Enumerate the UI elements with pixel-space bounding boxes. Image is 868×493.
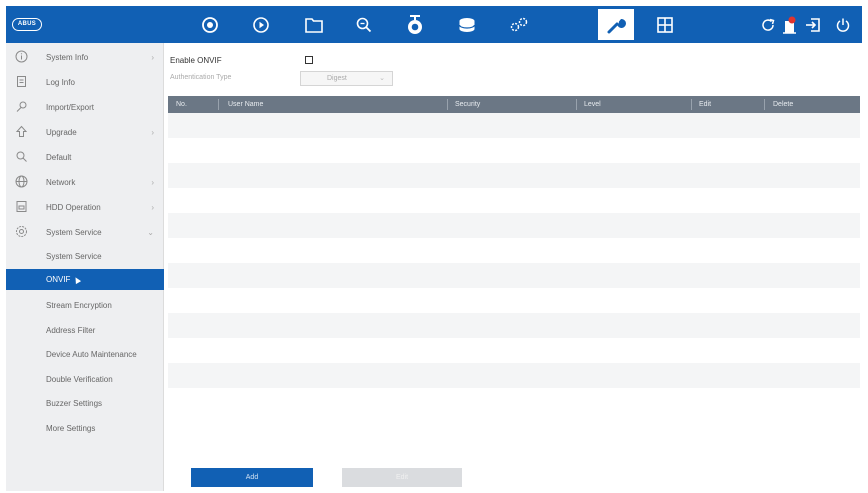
column-divider xyxy=(764,99,765,110)
logout-icon[interactable] xyxy=(801,6,825,43)
chevron-down-icon: ⌄ xyxy=(379,75,385,82)
authentication-type-label: Authentication Type xyxy=(170,74,232,81)
column-header-edit: Edit xyxy=(699,101,712,108)
column-divider xyxy=(691,99,692,110)
sidebar-subitem-label: More Settings xyxy=(46,423,96,433)
sidebar-item-upgrade[interactable]: Upgrade › xyxy=(6,120,164,144)
table-row-empty xyxy=(168,363,860,388)
camera-icon[interactable] xyxy=(398,6,432,43)
system-service-icon xyxy=(14,224,29,239)
sidebar-item-log-info[interactable]: Log Info xyxy=(6,70,164,94)
search-icon[interactable] xyxy=(347,6,381,43)
playback-icon[interactable] xyxy=(244,6,278,43)
hdd-icon xyxy=(14,199,29,214)
upgrade-icon xyxy=(14,124,29,139)
power-icon[interactable] xyxy=(831,6,855,43)
table-row-empty xyxy=(168,288,860,313)
sidebar-subitem-system-service[interactable]: System Service xyxy=(6,244,164,268)
edit-button[interactable]: Edit xyxy=(342,468,462,487)
sidebar-subitem-device-auto-maintenance[interactable]: Device Auto Maintenance xyxy=(6,342,164,366)
column-header-level: Level xyxy=(584,101,601,108)
sidebar-item-network[interactable]: Network › xyxy=(6,170,164,194)
sidebar-subitem-address-filter[interactable]: Address Filter xyxy=(6,318,164,342)
alarm-icon[interactable] xyxy=(779,6,801,43)
table-row-empty xyxy=(168,163,860,188)
sidebar-item-system-info[interactable]: System Info › xyxy=(6,45,164,69)
configuration-icon[interactable] xyxy=(502,6,536,43)
chevron-down-icon: ⌄ xyxy=(147,227,154,237)
sidebar-item-label: System Info xyxy=(46,52,89,62)
table-row-empty xyxy=(168,313,860,338)
sidebar-subitem-stream-encryption[interactable]: Stream Encryption xyxy=(6,293,164,317)
chevron-right-icon: › xyxy=(151,202,154,212)
chevron-right-icon: › xyxy=(151,52,154,62)
sidebar-item-label: Default xyxy=(46,152,72,162)
sidebar-subitem-label: Address Filter xyxy=(46,325,96,335)
sidebar-item-label: Network xyxy=(46,177,76,187)
sidebar-subitem-onvif[interactable]: ONVIF xyxy=(6,269,164,290)
sidebar-item-label: Upgrade xyxy=(46,127,77,137)
sidebar-subitem-buzzer-settings[interactable]: Buzzer Settings xyxy=(6,391,164,415)
main-content: Enable ONVIF Authentication Type Digest … xyxy=(165,43,862,491)
sidebar: System Info › Log Info Import/Export Upg… xyxy=(6,43,164,491)
abus-logo: ABUS xyxy=(12,18,42,31)
mouse-cursor-icon xyxy=(72,275,82,285)
column-header-security: Security xyxy=(455,101,481,108)
info-icon xyxy=(14,49,29,64)
authentication-type-value: Digest xyxy=(327,75,347,82)
sidebar-subitem-label: Stream Encryption xyxy=(46,300,112,310)
chevron-right-icon: › xyxy=(151,177,154,187)
maintenance-icon[interactable] xyxy=(598,9,634,40)
sidebar-item-label: HDD Operation xyxy=(46,202,101,212)
authentication-type-select[interactable]: Digest ⌄ xyxy=(300,71,393,86)
column-header-no: No. xyxy=(176,101,187,108)
column-header-delete: Delete xyxy=(773,101,794,108)
sidebar-item-system-service[interactable]: System Service ⌄ xyxy=(6,220,164,244)
sidebar-subitem-label: System Service xyxy=(46,251,102,261)
sidebar-item-label: System Service xyxy=(46,227,102,237)
sidebar-subitem-more-settings[interactable]: More Settings xyxy=(6,416,164,440)
default-icon xyxy=(14,149,29,164)
sidebar-item-default[interactable]: Default xyxy=(6,145,164,169)
display-layout-icon[interactable] xyxy=(648,6,682,43)
file-manager-icon[interactable] xyxy=(297,6,331,43)
table-row-empty xyxy=(168,213,860,238)
import-export-icon xyxy=(14,99,29,114)
column-divider xyxy=(447,99,448,110)
storage-icon[interactable] xyxy=(450,6,484,43)
table-row-empty xyxy=(168,113,860,138)
table-row-empty xyxy=(168,238,860,263)
chevron-right-icon: › xyxy=(151,127,154,137)
column-divider xyxy=(576,99,577,110)
user-table-header: No. User Name Security Level Edit Delete xyxy=(168,96,860,113)
sidebar-subitem-double-verification[interactable]: Double Verification xyxy=(6,367,164,391)
refresh-icon[interactable] xyxy=(757,6,779,43)
enable-onvif-label: Enable ONVIF xyxy=(170,56,222,65)
top-toolbar: ABUS xyxy=(6,6,862,43)
sidebar-subitem-label: Buzzer Settings xyxy=(46,398,103,408)
sidebar-item-import-export[interactable]: Import/Export xyxy=(6,95,164,119)
sidebar-item-hdd-operation[interactable]: HDD Operation › xyxy=(6,195,164,219)
table-row-empty xyxy=(168,263,860,288)
network-icon xyxy=(14,174,29,189)
sidebar-item-label: Log Info xyxy=(46,77,75,87)
live-view-icon[interactable] xyxy=(193,6,227,43)
column-divider xyxy=(218,99,219,110)
table-row-empty xyxy=(168,138,860,163)
sidebar-subitem-label: ONVIF xyxy=(46,275,71,284)
add-button[interactable]: Add xyxy=(191,468,313,487)
column-header-user-name: User Name xyxy=(228,101,264,108)
sidebar-subitem-label: Device Auto Maintenance xyxy=(46,349,137,359)
log-icon xyxy=(14,74,29,89)
sidebar-subitem-label: Double Verification xyxy=(46,374,113,384)
sidebar-item-label: Import/Export xyxy=(46,102,95,112)
table-row-empty xyxy=(168,338,860,363)
enable-onvif-checkbox[interactable] xyxy=(305,56,313,64)
table-row-empty xyxy=(168,188,860,213)
